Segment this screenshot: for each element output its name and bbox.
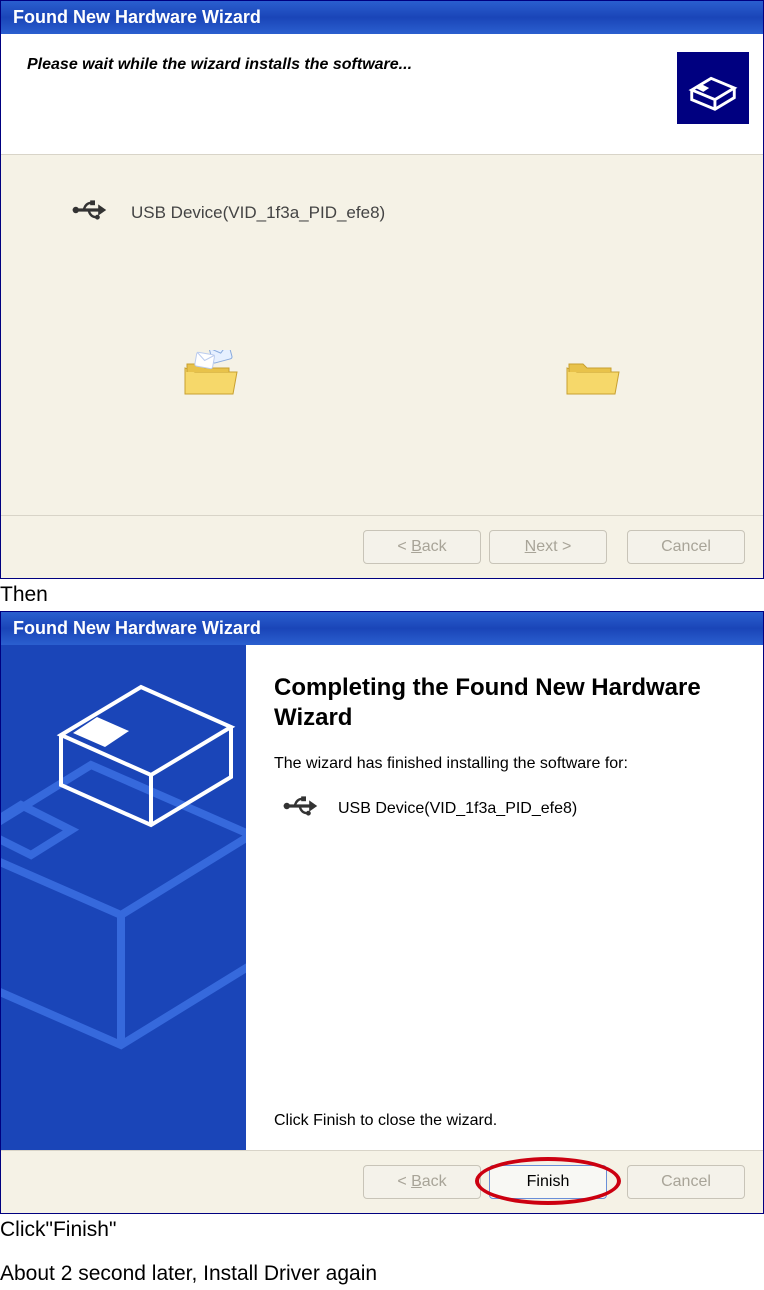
hardware-icon xyxy=(677,52,749,124)
finish-button[interactable]: Finish xyxy=(489,1165,607,1199)
title-bar: Found New Hardware Wizard xyxy=(1,1,763,34)
wizard-install-dialog: Found New Hardware Wizard Please wait wh… xyxy=(0,0,764,579)
folders-row xyxy=(71,350,743,405)
source-folder-icon xyxy=(181,350,241,405)
back-button: < Back xyxy=(363,530,481,564)
dialog-body: Completing the Found New Hardware Wizard… xyxy=(1,645,763,1150)
window-title: Found New Hardware Wizard xyxy=(13,618,261,638)
device-name: USB Device(VID_1f3a_PID_efe8) xyxy=(131,203,385,223)
caption-click-finish: Click"Finish" xyxy=(0,1216,764,1246)
cancel-button: Cancel xyxy=(627,1165,745,1199)
back-button: < Back xyxy=(363,1165,481,1199)
caption-install-again: About 2 second later, Install Driver aga… xyxy=(0,1260,764,1290)
completion-heading: Completing the Found New Hardware Wizard xyxy=(274,673,741,733)
button-bar: < Back Next > Cancel xyxy=(1,515,763,578)
right-panel: Completing the Found New Hardware Wizard… xyxy=(246,645,763,1150)
destination-folder-icon xyxy=(563,350,623,405)
caption-then: Then xyxy=(0,581,764,611)
button-bar: < Back Finish Cancel xyxy=(1,1150,763,1213)
usb-icon xyxy=(71,195,111,230)
wizard-complete-dialog: Found New Hardware Wizard xyxy=(0,611,764,1214)
device-row: USB Device(VID_1f3a_PID_efe8) xyxy=(282,791,741,826)
header-text: Please wait while the wizard installs th… xyxy=(27,52,412,74)
side-graphic xyxy=(1,645,246,1150)
next-button: Next > xyxy=(489,530,607,564)
close-instruction: Click Finish to close the wizard. xyxy=(274,932,741,1130)
window-title: Found New Hardware Wizard xyxy=(13,7,261,27)
content-panel: USB Device(VID_1f3a_PID_efe8) xyxy=(1,155,763,515)
usb-icon xyxy=(282,791,322,826)
cancel-button: Cancel xyxy=(627,530,745,564)
device-row: USB Device(VID_1f3a_PID_efe8) xyxy=(71,195,743,230)
device-name: USB Device(VID_1f3a_PID_efe8) xyxy=(338,800,577,818)
completion-text: The wizard has finished installing the s… xyxy=(274,755,741,773)
header-panel: Please wait while the wizard installs th… xyxy=(1,34,763,155)
title-bar: Found New Hardware Wizard xyxy=(1,612,763,645)
